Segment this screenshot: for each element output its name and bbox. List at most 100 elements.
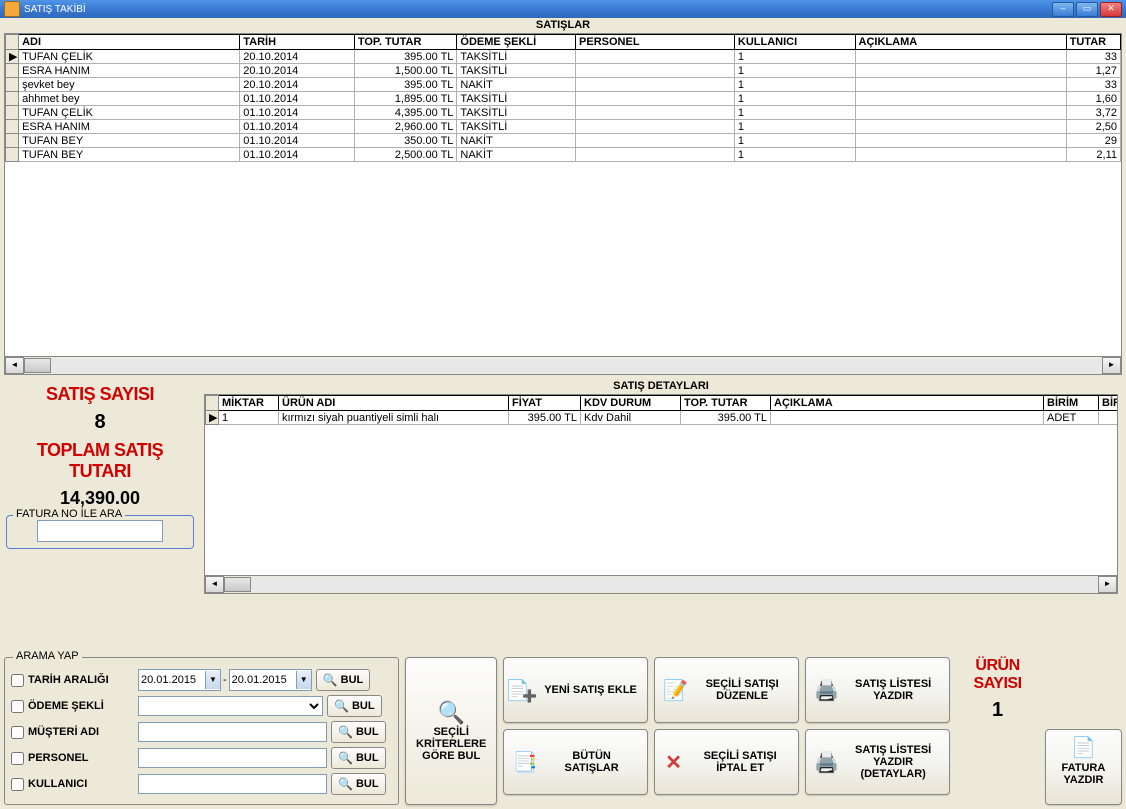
chevron-down-icon[interactable]: ▼ xyxy=(296,671,311,689)
cell: 395.00 TL xyxy=(354,78,457,92)
column-header[interactable]: MİKTAR xyxy=(219,396,279,411)
print-details-button[interactable]: 🖨️ SATIŞ LİSTESİ YAZDIR (DETAYLAR) xyxy=(805,729,950,795)
table-row[interactable]: ahhmet bey01.10.20141,895.00 TLTAKSİTLİ1… xyxy=(6,92,1121,106)
payment-combo[interactable] xyxy=(138,696,323,716)
document-icon: 📄 xyxy=(1070,734,1096,760)
column-header[interactable]: TOP. TUTAR xyxy=(681,396,771,411)
chevron-down-icon[interactable]: ▼ xyxy=(205,671,220,689)
column-header[interactable]: BİRİM xyxy=(1099,396,1119,411)
table-row[interactable]: ESRA HANIM20.10.20141,500.00 TLTAKSİTLİ1… xyxy=(6,64,1121,78)
search-icon: 🔍 xyxy=(338,725,353,739)
new-sale-button[interactable]: 📄➕ YENİ SATIŞ EKLE xyxy=(503,657,648,723)
cell: TAKSİTLİ xyxy=(457,50,576,64)
row-selector[interactable] xyxy=(6,120,19,134)
column-header[interactable]: FİYAT xyxy=(509,396,581,411)
scroll-thumb[interactable] xyxy=(224,577,251,592)
print-invoice-button[interactable]: 📄 FATURA YAZDIR xyxy=(1045,729,1122,805)
cancel-icon: ✕ xyxy=(663,749,684,775)
cell: ADET xyxy=(1044,411,1099,425)
column-header[interactable]: ÜRÜN ADI xyxy=(279,396,509,411)
find-date-button[interactable]: 🔍BUL xyxy=(316,669,371,691)
user-checkbox[interactable] xyxy=(11,778,24,791)
cell: 01.10.2014 xyxy=(240,92,355,106)
cell: 01.10.2014 xyxy=(240,134,355,148)
find-by-criteria-button[interactable]: 🔍 SEÇİLİ KRİTERLERE GÖRE BUL xyxy=(405,657,497,805)
row-selector[interactable] xyxy=(6,78,19,92)
find-user-button[interactable]: 🔍BUL xyxy=(331,773,386,795)
row-selector[interactable]: ▶ xyxy=(206,411,219,425)
date-to-input[interactable]: ▼ xyxy=(229,669,312,691)
column-header[interactable]: ÖDEME ŞEKLİ xyxy=(457,35,576,50)
scroll-right-icon[interactable]: ► xyxy=(1102,357,1121,374)
cell: 20.10.2014 xyxy=(240,50,355,64)
add-icon: 📄➕ xyxy=(512,677,538,703)
column-header[interactable]: TUTAR xyxy=(1066,35,1120,50)
cell: 01.10.2014 xyxy=(240,106,355,120)
edit-sale-button[interactable]: 📝 SEÇİLİ SATIŞI DÜZENLE xyxy=(654,657,799,723)
row-selector[interactable] xyxy=(6,106,19,120)
customer-input[interactable] xyxy=(138,722,327,742)
payment-checkbox[interactable] xyxy=(11,700,24,713)
find-personnel-button[interactable]: 🔍BUL xyxy=(331,747,386,769)
row-selector[interactable] xyxy=(6,92,19,106)
table-row[interactable]: ▶TUFAN ÇELİK20.10.2014395.00 TLTAKSİTLİ1… xyxy=(6,50,1121,64)
column-header[interactable]: KULLANICI xyxy=(734,35,855,50)
column-header[interactable]: ADI xyxy=(19,35,240,50)
table-row[interactable]: ▶1kırmızı siyah puantiyeli simli halı395… xyxy=(206,411,1119,425)
column-header[interactable]: AÇIKLAMA xyxy=(855,35,1066,50)
find-customer-button[interactable]: 🔍BUL xyxy=(331,721,386,743)
cell: TAKSİTLİ xyxy=(457,120,576,134)
table-row[interactable]: TUFAN BEY01.10.2014350.00 TLNAKİT129 xyxy=(6,134,1121,148)
scroll-left-icon[interactable]: ◄ xyxy=(5,357,24,374)
fatura-no-input[interactable] xyxy=(37,520,163,542)
table-row[interactable]: TUFAN BEY01.10.20142,500.00 TLNAKİT12,11 xyxy=(6,148,1121,162)
documents-icon: 📑 xyxy=(512,749,538,775)
scroll-left-icon[interactable]: ◄ xyxy=(205,576,224,593)
scroll-right-icon[interactable]: ► xyxy=(1098,576,1117,593)
close-button[interactable]: ✕ xyxy=(1100,2,1122,17)
cell xyxy=(576,50,735,64)
row-selector[interactable] xyxy=(6,148,19,162)
table-row[interactable]: ESRA HANIM01.10.20142,960.00 TLTAKSİTLİ1… xyxy=(6,120,1121,134)
date-range-checkbox[interactable] xyxy=(11,674,24,687)
cell: 1,60 xyxy=(1066,92,1120,106)
print-list-button[interactable]: 🖨️ SATIŞ LİSTESİ YAZDIR xyxy=(805,657,950,723)
cell: 1 xyxy=(734,120,855,134)
cell: 2,50 xyxy=(1066,120,1120,134)
search-icon: 🔍 xyxy=(437,700,464,726)
sales-scrollbar[interactable]: ◄ ► xyxy=(5,356,1121,374)
find-payment-button[interactable]: 🔍BUL xyxy=(327,695,382,717)
column-header[interactable]: KDV DURUM xyxy=(581,396,681,411)
column-header[interactable]: BİRİM xyxy=(1044,396,1099,411)
column-header[interactable]: AÇIKLAMA xyxy=(771,396,1044,411)
scroll-thumb[interactable] xyxy=(24,358,51,373)
table-row[interactable]: şevket bey20.10.2014395.00 TLNAKİT133 xyxy=(6,78,1121,92)
details-scrollbar[interactable]: ◄ ► xyxy=(205,575,1117,593)
date-from-input[interactable]: ▼ xyxy=(138,669,221,691)
personnel-input[interactable] xyxy=(138,748,327,768)
row-selector[interactable]: ▶ xyxy=(6,50,19,64)
total-value: 14,390.00 xyxy=(0,488,200,509)
table-row[interactable]: TUFAN ÇELİK01.10.20144,395.00 TLTAKSİTLİ… xyxy=(6,106,1121,120)
search-legend: ARAMA YAP xyxy=(13,650,82,662)
personnel-checkbox[interactable] xyxy=(11,752,24,765)
column-header[interactable]: PERSONEL xyxy=(576,35,735,50)
cell: 01.10.2014 xyxy=(240,120,355,134)
row-selector[interactable] xyxy=(6,134,19,148)
customer-checkbox[interactable] xyxy=(11,726,24,739)
total-label-2: TUTARI xyxy=(0,461,200,482)
sales-grid[interactable]: ADITARİHTOP. TUTARÖDEME ŞEKLİPERSONELKUL… xyxy=(4,33,1122,375)
minimize-button[interactable]: – xyxy=(1052,2,1074,17)
cell: TUFAN BEY xyxy=(19,148,240,162)
user-input[interactable] xyxy=(138,774,327,794)
cell xyxy=(576,148,735,162)
cell: ESRA HANIM xyxy=(19,120,240,134)
details-grid[interactable]: MİKTARÜRÜN ADIFİYATKDV DURUMTOP. TUTARAÇ… xyxy=(204,394,1118,594)
column-header[interactable]: TARİH xyxy=(240,35,355,50)
cancel-sale-button[interactable]: ✕ SEÇİLİ SATIŞI İPTAL ET xyxy=(654,729,799,795)
row-selector[interactable] xyxy=(6,64,19,78)
maximize-button[interactable]: ▭ xyxy=(1076,2,1098,17)
column-header[interactable]: TOP. TUTAR xyxy=(354,35,457,50)
cell xyxy=(1099,411,1119,425)
all-sales-button[interactable]: 📑 BÜTÜN SATIŞLAR xyxy=(503,729,648,795)
